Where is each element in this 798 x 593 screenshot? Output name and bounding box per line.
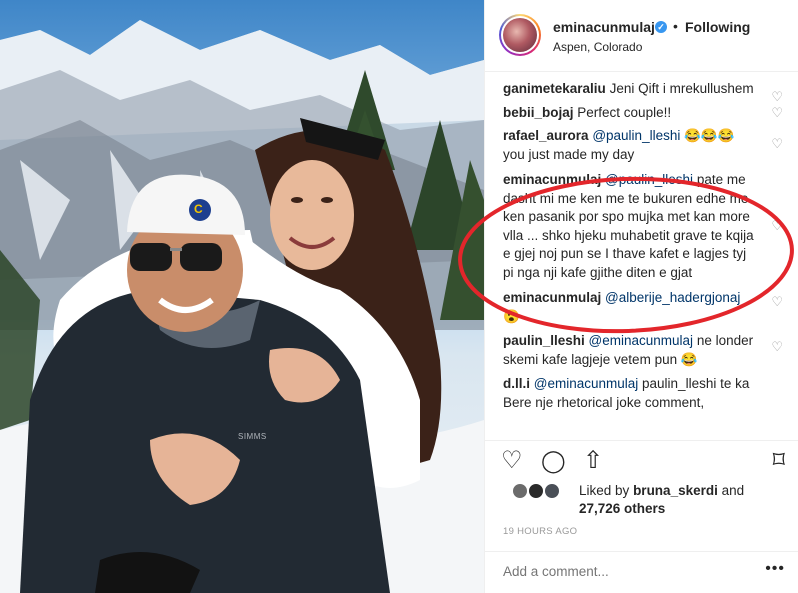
photo-illustration <box>0 20 484 593</box>
add-comment-input[interactable] <box>503 564 743 579</box>
share-icon[interactable]: ⇧ <box>583 449 603 473</box>
action-bar: ♡ ◯ ⇧ ⌑ <box>485 440 798 480</box>
comment-username[interactable]: d.ll.i <box>503 376 530 391</box>
comment-bubble-icon[interactable]: ◯ <box>541 449 566 473</box>
red-annotation-ellipse <box>458 176 794 334</box>
likes-and: and <box>721 483 745 498</box>
comment-item: d.ll.i @eminacunmulaj paulin_lleshi te k… <box>503 375 783 412</box>
likes-prefix: Liked by <box>579 483 630 498</box>
avatar[interactable] <box>499 14 541 56</box>
likes-summary: Liked by bruna_skerdi and 27,726 others <box>503 480 793 520</box>
jacket-brand-label: SIMMS <box>238 432 267 441</box>
post-location[interactable]: Aspen, Colorado <box>553 40 642 54</box>
liker-avatar[interactable] <box>543 482 561 500</box>
comment-mention[interactable]: @paulin_lleshi <box>592 128 680 143</box>
bookmark-icon[interactable]: ⌑ <box>773 449 785 473</box>
likes-text: Liked by bruna_skerdi and 27,726 others <box>579 482 744 518</box>
cap-logo: C <box>194 202 203 216</box>
comment-username[interactable]: rafael_aurora <box>503 128 589 143</box>
heart-icon[interactable]: ♡ <box>771 338 783 357</box>
following-button[interactable]: Following <box>685 19 750 35</box>
post-header: eminacunmulaj ✓ • Following Aspen, Color… <box>485 0 798 72</box>
header-separator: • <box>673 18 678 34</box>
comment-mention[interactable]: @eminacunmulaj <box>534 376 639 391</box>
comment-item: ganimetekaraliu Jeni Qift i mrekullushem… <box>503 80 783 104</box>
heart-icon[interactable]: ♡ <box>771 135 783 154</box>
likes-count[interactable]: 27,726 others <box>579 501 665 516</box>
comment-item: bebii_bojaj Perfect couple!! ♡ <box>503 104 783 123</box>
verified-badge-icon: ✓ <box>655 21 667 33</box>
heart-icon[interactable]: ♡ <box>771 104 783 123</box>
post-username[interactable]: eminacunmulaj <box>553 19 655 35</box>
more-options-icon[interactable]: ••• <box>765 560 785 578</box>
liked-by-user[interactable]: bruna_skerdi <box>633 483 718 498</box>
comment-text: Perfect couple!! <box>577 104 672 120</box>
post-timestamp[interactable]: 19 HOURS AGO <box>503 526 577 537</box>
comment-text: Jeni Qift i mrekullushem <box>609 81 754 96</box>
like-heart-icon[interactable]: ♡ <box>501 449 523 473</box>
comment-item: rafael_aurora @paulin_lleshi 😂😂😂 you jus… <box>503 127 783 164</box>
post-photo[interactable]: C SIMMS <box>0 0 484 593</box>
comment-username[interactable]: bebii_bojaj <box>503 105 574 120</box>
add-comment-bar: ••• <box>485 551 798 593</box>
comment-username[interactable]: ganimetekaraliu <box>503 81 606 96</box>
